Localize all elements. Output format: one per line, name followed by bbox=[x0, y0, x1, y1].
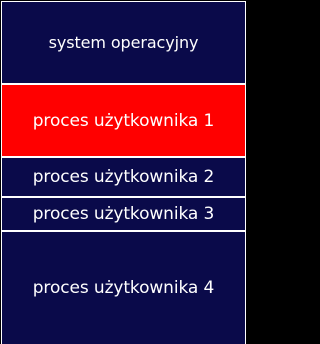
block-operating-system: system operacyjny bbox=[1, 1, 246, 84]
block-user-process-4: proces użytkownika 4 bbox=[1, 231, 246, 344]
block-label: system operacyjny bbox=[48, 33, 199, 52]
block-label: proces użytkownika 3 bbox=[32, 204, 215, 224]
block-user-process-3: proces użytkownika 3 bbox=[1, 197, 246, 231]
memory-partition-diagram: system operacyjny proces użytkownika 1 p… bbox=[0, 0, 248, 344]
block-label: proces użytkownika 4 bbox=[32, 278, 215, 298]
block-label: proces użytkownika 2 bbox=[32, 167, 215, 187]
block-user-process-2: proces użytkownika 2 bbox=[1, 157, 246, 197]
block-user-process-1: proces użytkownika 1 bbox=[1, 84, 246, 157]
block-label: proces użytkownika 1 bbox=[32, 110, 215, 131]
